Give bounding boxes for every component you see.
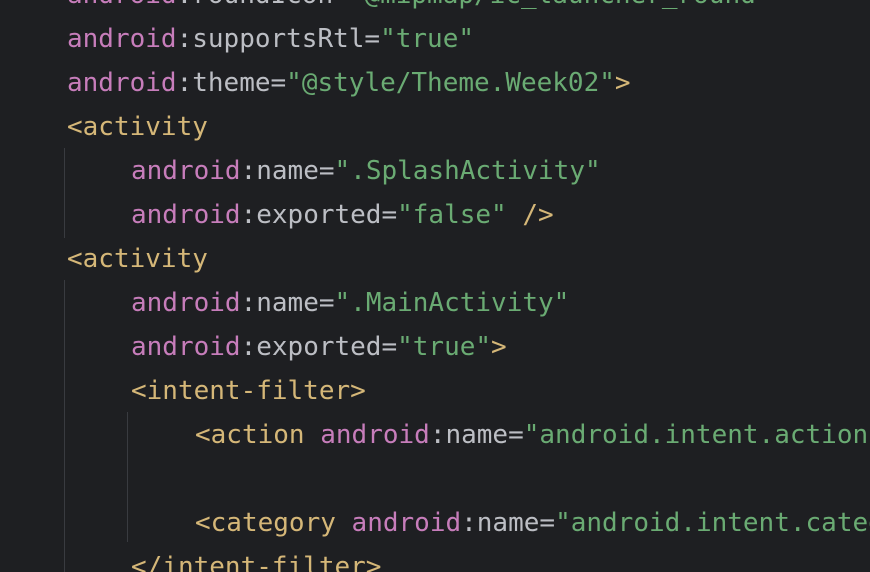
attribute-name: name: [476, 508, 540, 538]
indent-guide: [64, 280, 65, 572]
attribute-value: "true": [397, 332, 492, 362]
code-line[interactable]: android:theme="@style/Theme.Week02">: [67, 61, 631, 105]
equals-sign: =: [508, 420, 524, 450]
attribute-name: name: [256, 288, 319, 318]
namespace-separator: :: [429, 420, 446, 450]
xml-namespace: android: [131, 288, 241, 318]
xml-namespace: android: [131, 156, 241, 186]
namespace-separator: :: [177, 0, 193, 10]
attribute-value: "@mipmap/ic_launcher_round": [349, 0, 772, 10]
attribute-name: exported: [256, 200, 382, 230]
attribute-name: theme: [192, 68, 271, 98]
code-line[interactable]: <activity: [67, 237, 208, 281]
code-line[interactable]: android:supportsRtl="true": [67, 17, 474, 61]
code-line[interactable]: <activity: [67, 105, 208, 149]
xml-tag: <activity: [67, 244, 208, 274]
code-line[interactable]: android:exported="true">: [131, 325, 507, 369]
code-line[interactable]: android:name=".SplashActivity": [131, 149, 601, 193]
code-line[interactable]: android:name=".MainActivity": [131, 281, 569, 325]
xml-namespace: android: [67, 0, 177, 10]
equals-sign: =: [539, 508, 556, 538]
xml-namespace: android: [67, 24, 177, 54]
attribute-value: "true": [380, 24, 474, 54]
attribute-name: name: [256, 156, 319, 186]
attribute-value: ".SplashActivity": [334, 156, 601, 186]
code-line[interactable]: android:roundIcon="@mipmap/ic_launcher_r…: [67, 0, 771, 17]
xml-namespace: android: [67, 68, 177, 98]
code-line[interactable]: <category android:name="android.intent.c…: [195, 501, 870, 545]
xml-namespace: android: [320, 420, 430, 450]
code-line[interactable]: </intent-filter>: [131, 545, 381, 572]
tag-close-bracket: >: [491, 332, 507, 362]
attribute-value: "false": [397, 200, 507, 230]
equals-sign: =: [381, 200, 398, 230]
code-line[interactable]: android:exported="false" />: [131, 193, 554, 237]
xml-namespace: android: [131, 200, 241, 230]
attribute-value: "android.intent.action.MAIN" />: [523, 420, 870, 450]
equals-sign: =: [364, 24, 381, 54]
xml-tag: <intent-filter>: [131, 376, 366, 406]
namespace-separator: :: [240, 288, 257, 318]
code-line[interactable]: <action android:name="android.intent.act…: [195, 413, 870, 457]
namespace-separator: :: [176, 68, 193, 98]
tag-self-close: />: [506, 200, 554, 230]
xml-tag: <category: [195, 508, 352, 538]
equals-sign: =: [318, 156, 335, 186]
equals-sign: =: [270, 68, 287, 98]
indent-guide: [127, 412, 128, 542]
xml-namespace: android: [131, 332, 241, 362]
attribute-value: ".MainActivity": [334, 288, 570, 318]
code-line[interactable]: <intent-filter>: [131, 369, 366, 413]
equals-sign: =: [318, 288, 335, 318]
tag-close-bracket: >: [614, 68, 631, 98]
namespace-separator: :: [240, 156, 257, 186]
equals-sign: =: [333, 0, 349, 10]
attribute-name: supportsRtl: [192, 24, 365, 54]
attribute-name: roundIcon: [192, 0, 333, 10]
xml-tag: <action: [195, 420, 321, 450]
indent-guide: [64, 148, 65, 238]
xml-tag: </intent-filter>: [131, 552, 382, 572]
namespace-separator: :: [240, 332, 257, 362]
attribute-name: name: [445, 420, 509, 450]
attribute-value: "android.intent.category.LAUNCHER" />: [555, 508, 870, 538]
namespace-separator: :: [240, 200, 257, 230]
namespace-separator: :: [461, 508, 477, 538]
equals-sign: =: [381, 332, 398, 362]
attribute-value: "@style/Theme.Week02": [286, 68, 615, 98]
xml-tag: <activity: [67, 112, 208, 142]
code-editor[interactable]: android:roundIcon="@mipmap/ic_launcher_r…: [0, 0, 870, 572]
attribute-name: exported: [256, 332, 382, 362]
namespace-separator: :: [176, 24, 193, 54]
xml-namespace: android: [351, 508, 462, 538]
